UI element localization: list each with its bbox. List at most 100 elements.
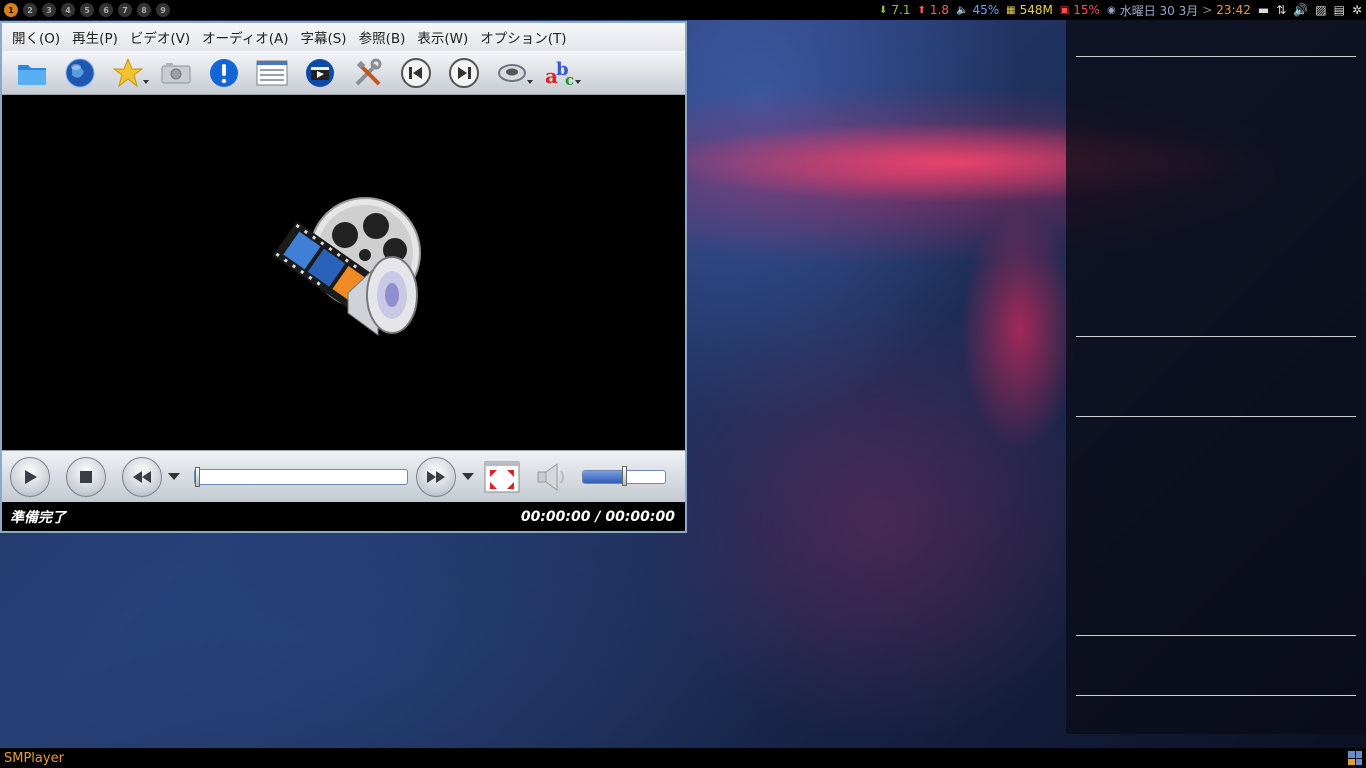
memory-indicator: ▦ 548M (1006, 3, 1053, 17)
seek-handle[interactable] (195, 466, 200, 487)
menu-browse[interactable]: 参照(B) (353, 27, 412, 47)
smplayer-logo (272, 197, 421, 336)
menu-options[interactable]: オプション(T) (474, 27, 572, 47)
open-file-button[interactable] (8, 55, 56, 91)
menu-video[interactable]: ビデオ(V) (124, 27, 196, 47)
seek-slider[interactable] (194, 466, 408, 487)
tools-button[interactable] (344, 55, 392, 91)
status-text: 準備完了 (10, 509, 66, 526)
arrow-up-icon: ⬆ (917, 4, 926, 16)
date-value: 水曜日 30 3月 (1119, 3, 1199, 18)
taskbar-item-smplayer[interactable]: SMPlayer (4, 751, 64, 766)
workspace-3[interactable]: 3 (42, 3, 56, 17)
net-down-indicator: ⬇ 7.1 (879, 3, 910, 17)
clock[interactable]: ◉ 水曜日 30 3月 > 23:42 (1107, 2, 1251, 19)
preferences-button[interactable] (296, 55, 344, 91)
volume-handle[interactable] (622, 465, 627, 486)
menu-view[interactable]: 表示(W) (411, 27, 474, 47)
smplayer-window: 開く(O) 再生(P) ビデオ(V) オーディオ(A) 字幕(S) 参照(B) … (0, 21, 687, 533)
info-button[interactable] (200, 55, 248, 91)
audio-track-button[interactable] (488, 55, 536, 91)
top-panel: 1 2 3 4 5 6 7 8 9 ⬇ 7.1 ⬆ 1.8 🔈 45% ▦ 54… (0, 0, 1366, 20)
clock-icon: ◉ (1106, 4, 1116, 16)
network-icon[interactable]: ▬ (1258, 3, 1269, 17)
rewind-icon (133, 470, 151, 483)
favorites-button[interactable] (104, 55, 152, 91)
rewind-options-chevron-icon[interactable] (168, 473, 180, 480)
time-display: 00:00:00 / 00:00:00 (520, 508, 675, 525)
divider (1076, 635, 1356, 636)
settings-icon[interactable]: ✲ (1352, 3, 1362, 17)
audio-track-icon (498, 63, 526, 82)
folder-icon (18, 64, 46, 85)
playlist-icon (256, 60, 288, 85)
previous-icon (401, 57, 431, 88)
mute-button[interactable] (534, 459, 570, 495)
globe-icon (65, 58, 95, 87)
menu-bar: 開く(O) 再生(P) ビデオ(V) オーディオ(A) 字幕(S) 参照(B) … (2, 23, 685, 51)
svg-text:c: c (565, 71, 574, 89)
divider (1076, 336, 1356, 337)
screenshot-button[interactable] (152, 55, 200, 91)
workspace-8[interactable]: 8 (137, 3, 151, 17)
fullscreen-button[interactable] (482, 459, 522, 495)
forward-icon (427, 470, 445, 483)
volume-fill (583, 470, 625, 483)
play-icon (25, 469, 37, 484)
previous-button[interactable] (392, 55, 440, 91)
playlist-button[interactable] (248, 55, 296, 91)
chevron-down-icon (575, 79, 581, 84)
transfer-icon[interactable]: ⇅ (1276, 3, 1286, 17)
camera-icon (161, 62, 191, 83)
volume-icon[interactable]: 🔊 (1293, 3, 1308, 17)
workspace-4[interactable]: 4 (61, 3, 75, 17)
subtitle-track-button[interactable]: a b c (536, 55, 584, 91)
star-icon (112, 57, 144, 87)
image-icon[interactable]: ▨ (1315, 3, 1326, 17)
system-monitor: ⬇ 7.1 ⬆ 1.8 🔈 45% ▦ 548M ▣ 15% ◉ 水曜日 30 … (879, 2, 1362, 19)
next-button[interactable] (440, 55, 488, 91)
toolbar: a b c (2, 51, 685, 95)
forward-button[interactable] (416, 456, 456, 497)
video-area[interactable] (2, 95, 685, 450)
divider (1076, 416, 1356, 417)
volume-slider[interactable] (582, 465, 666, 486)
arrow-down-icon: ⬇ (879, 4, 888, 16)
stop-icon (80, 470, 92, 483)
menu-play[interactable]: 再生(P) (66, 27, 124, 47)
play-button[interactable] (10, 456, 50, 497)
taskbar: SMPlayer (0, 748, 1366, 768)
speaker-icon: 🔈 (955, 4, 969, 16)
workspace-6[interactable]: 6 (99, 3, 113, 17)
chevron-down-icon (143, 79, 149, 84)
memory-value: 548M (1019, 3, 1053, 17)
open-url-button[interactable] (56, 55, 104, 91)
volume-indicator: 🔈 45% (956, 3, 999, 17)
layout-icon[interactable] (1348, 751, 1362, 765)
desktop-widget-panel (1066, 20, 1366, 734)
forward-options-chevron-icon[interactable] (462, 473, 474, 480)
divider (1076, 56, 1356, 57)
clipboard-icon[interactable]: ▤ (1334, 3, 1345, 17)
workspace-9[interactable]: 9 (156, 3, 170, 17)
preferences-icon (306, 58, 334, 87)
workspace-7[interactable]: 7 (118, 3, 132, 17)
info-icon (210, 58, 238, 87)
workspace-1[interactable]: 1 (4, 3, 18, 17)
stop-button[interactable] (66, 456, 106, 497)
volume-value: 45% (972, 3, 1000, 17)
clock-separator: > (1202, 3, 1213, 17)
status-bar: 準備完了 00:00:00 / 00:00:00 (2, 502, 685, 531)
next-icon (449, 57, 479, 88)
workspace-2[interactable]: 2 (23, 3, 37, 17)
time-value: 23:42 (1216, 3, 1251, 17)
menu-open[interactable]: 開く(O) (6, 27, 66, 47)
menu-audio[interactable]: オーディオ(A) (196, 27, 294, 47)
menu-subtitles[interactable]: 字幕(S) (294, 27, 352, 47)
tools-icon (355, 58, 382, 85)
rewind-button[interactable] (122, 456, 162, 497)
fullscreen-icon (484, 461, 520, 492)
workspace-5[interactable]: 5 (80, 3, 94, 17)
subtitle-icon: a b c (545, 59, 574, 89)
cpu-value: 15% (1073, 3, 1100, 17)
